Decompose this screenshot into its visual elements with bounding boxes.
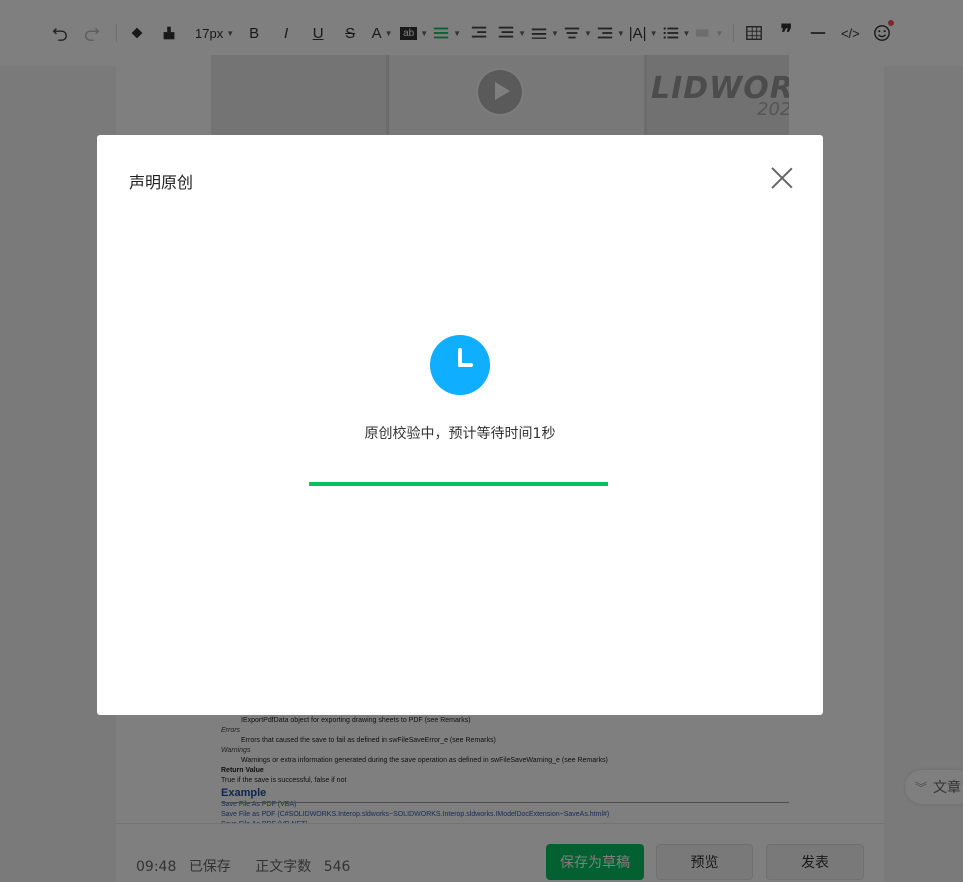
progress-fill	[309, 482, 608, 486]
clock-icon	[430, 335, 490, 395]
close-icon[interactable]	[771, 167, 793, 189]
dialog-title: 声明原创	[129, 173, 194, 192]
progress-bar	[309, 482, 608, 486]
original-declaration-dialog: 声明原创 原创校验中，预计等待时间1秒	[97, 135, 823, 715]
dialog-message: 原创校验中，预计等待时间1秒	[364, 426, 556, 442]
